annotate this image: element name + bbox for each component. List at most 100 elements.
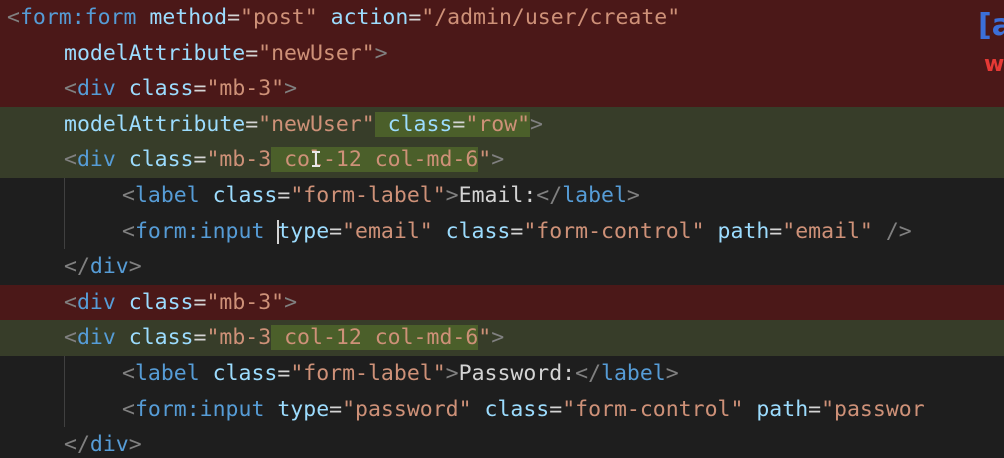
code-token: label [601,361,666,386]
code-token: type [277,218,330,244]
code-token: "row" [465,111,531,137]
code-token: "mb-3" [206,289,285,315]
code-token: "/admin/user/create" [421,5,681,30]
code-line[interactable]: <div class="mb-3"> [0,71,1004,107]
corner-logo: [a w [974,8,1004,82]
code-token: </ [536,183,563,208]
code-token: < [64,147,77,173]
code-token: "form-control" [562,396,744,422]
code-token: = [510,218,524,244]
code-token: "form-control" [523,218,705,244]
code-token: label [134,361,200,386]
code-token: class [387,111,453,137]
code-token: class [445,218,511,244]
code-token: > [626,183,640,208]
code-token: div [76,325,116,351]
code-line[interactable]: </div> [0,427,1004,458]
line-code: </div> [64,427,142,458]
code-line[interactable]: <div class="mb-3 col-12 col-md-6"> [0,320,1004,356]
code-token: col-12 col-md-6 [271,325,479,351]
code-token: = [193,76,207,102]
code-token: "email" [782,218,873,244]
code-token: < [64,289,77,315]
code-line[interactable]: modelAttribute="newUser"> [0,35,1004,72]
code-token: path [717,218,770,244]
code-token: modelAttribute [64,111,246,137]
code-token: Password: [458,361,576,386]
code-line[interactable]: <label class="form-label">Password:</lab… [0,356,1004,392]
code-token: type [277,396,330,422]
line-code: </div> [64,249,142,285]
code-token: Email: [458,183,537,208]
code-token: < [122,183,135,208]
code-token: "mb-3" [206,76,285,102]
code-line[interactable]: </div> [0,249,1004,285]
code-token: = [193,289,207,315]
code-token: "passwor [821,396,925,422]
code-token: "mb-3 [206,147,272,173]
code-token: = [808,396,822,422]
code-token: = [452,111,466,137]
code-editor[interactable]: <form:form method="post" action="/admin/… [0,0,1004,458]
code-line[interactable]: <form:form method="post" action="/admin/… [0,0,1004,36]
code-token: < [122,218,135,244]
code-token: "form-label" [290,361,446,386]
code-token: = [227,5,241,30]
code-line[interactable]: <div class="mb-3 col-12 col-md-6"> [0,142,1004,178]
code-token: > [284,76,298,102]
code-token: div [76,147,116,173]
code-token: "newUser" [258,40,375,66]
line-code: <div class="mb-3 col-12 col-md-6"> [64,320,504,356]
code-token: < [64,76,77,102]
line-code: <div class="mb-3"> [64,71,297,107]
code-line[interactable]: <label class="form-label">Email:</label> [0,178,1004,214]
code-token: "password" [342,396,472,422]
code-line[interactable]: <form:input type="password" class="form-… [0,391,1004,428]
code-token: class [128,76,194,102]
code-line[interactable]: modelAttribute="newUser" class="row"> [0,106,1004,143]
code-token: "email" [342,218,433,244]
code-token: = [245,40,259,66]
code-line[interactable]: <div class="mb-3"> [0,284,1004,321]
code-token: form:form [19,5,137,30]
corner-logo-top: [a [978,8,1004,43]
code-token: " [478,325,492,351]
code-token: = [245,111,259,137]
line-code: modelAttribute="newUser"> [64,36,388,72]
code-token: class [212,183,278,208]
code-token: "newUser" [258,111,375,137]
code-token: = [193,147,207,173]
indent-guide [64,391,65,428]
indent-guide [64,178,65,214]
corner-logo-bottom: w [984,52,1004,77]
code-token: = [193,325,207,351]
code-token: = [408,5,422,30]
code-token: > [128,254,142,280]
code-token: > [445,183,459,208]
code-token: div [76,76,116,102]
line-code: <form:input type="password" class="form-… [122,392,925,428]
code-token: </ [64,432,90,458]
code-token: class [212,361,278,386]
code-token: </ [64,254,90,280]
code-token: action [330,5,409,30]
code-token: div [89,432,129,458]
code-token: " [478,147,492,173]
code-token: class [128,325,194,351]
code-line[interactable]: <form:input type="email" class="form-con… [0,213,1004,250]
code-token: < [122,361,135,386]
code-token: class [128,289,194,315]
line-code: modelAttribute="newUser" class="row"> [64,107,543,143]
